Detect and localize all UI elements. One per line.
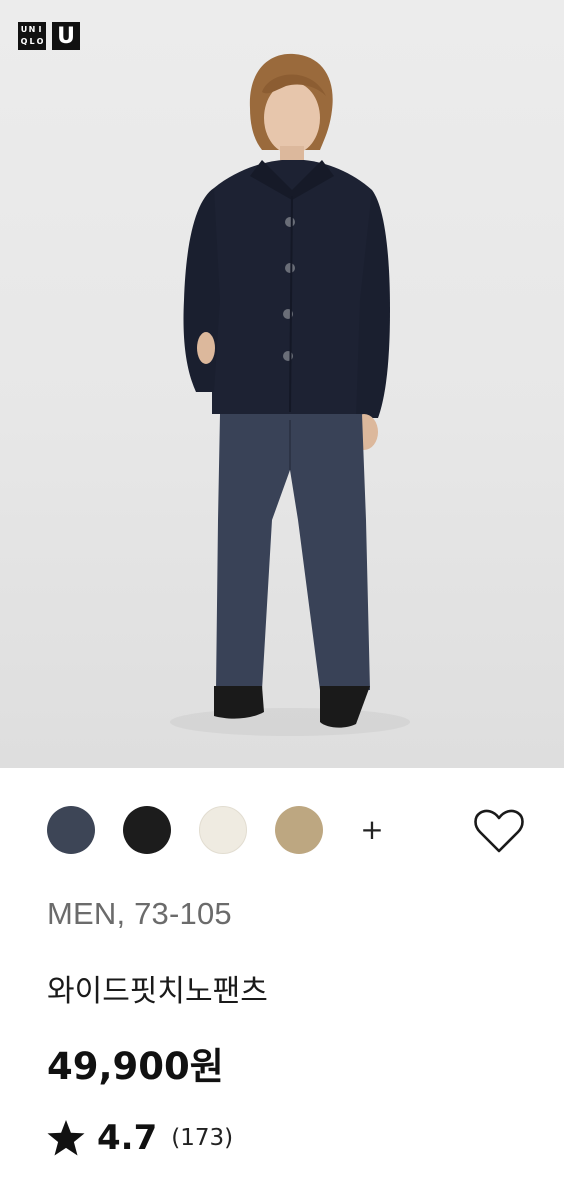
star-icon bbox=[47, 1120, 85, 1156]
rating-score: 4.7 bbox=[97, 1118, 158, 1158]
color-swatches: + bbox=[47, 806, 385, 854]
product-card: U N I Q L O U + MEN, 73-105 와이드핏치노팬츠 49,… bbox=[0, 0, 564, 1200]
product-rating[interactable]: 4.7 (173) bbox=[47, 1118, 233, 1158]
product-price: 49,900원 bbox=[47, 1045, 224, 1088]
more-colors-button[interactable]: + bbox=[359, 816, 385, 844]
product-category: MEN, 73-105 bbox=[47, 896, 232, 931]
model-photo bbox=[170, 53, 410, 736]
swatch-beige[interactable] bbox=[275, 806, 323, 854]
rating-count: (173) bbox=[171, 1125, 234, 1151]
product-image[interactable]: U N I Q L O U bbox=[0, 0, 564, 768]
swatch-black[interactable] bbox=[123, 806, 171, 854]
swatch-navy[interactable] bbox=[47, 806, 95, 854]
product-name[interactable]: 와이드핏치노팬츠 bbox=[47, 966, 268, 1010]
swatch-off-white[interactable] bbox=[199, 806, 247, 854]
heart-outline-icon[interactable] bbox=[470, 803, 528, 861]
